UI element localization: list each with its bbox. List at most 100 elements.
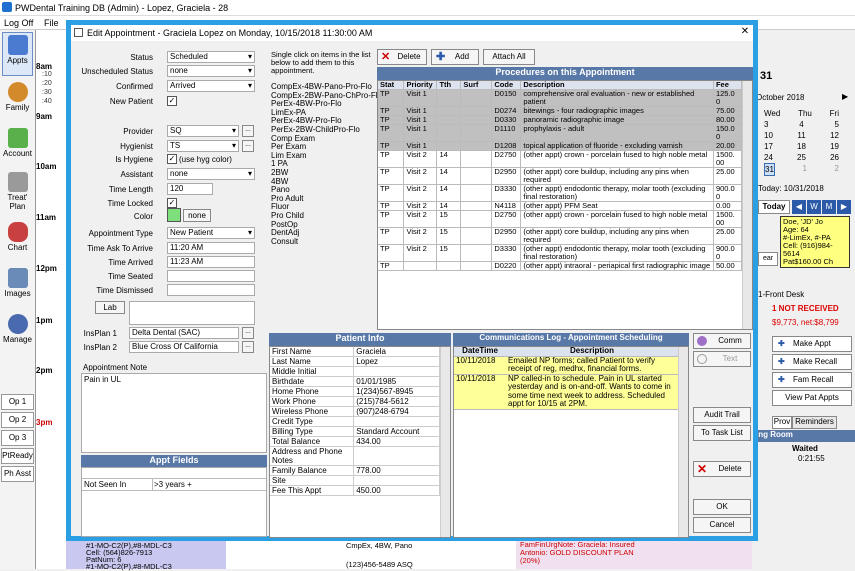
procedure-row[interactable]: TP D0220 (other appt) intraoral - periapic… <box>378 261 743 271</box>
patient-info-row: Birthdate 01/01/1985 <box>270 376 440 387</box>
unsched-status-select[interactable]: none <box>167 65 255 77</box>
tab-reminders[interactable]: Reminders <box>792 416 837 429</box>
schedule-appt-peek-3[interactable]: FamFinUrgNote: Graciela: Insured Antonio… <box>516 541 752 569</box>
module-manage[interactable]: Manage <box>2 312 33 356</box>
procedure-row[interactable]: TP Visit 2 15 D3330 (other appt) endodontic … <box>378 244 743 262</box>
provider-label: Provider <box>123 127 153 136</box>
assistant-select[interactable]: none <box>167 168 255 180</box>
view-pat-appts-button[interactable]: View Pat Appts <box>772 390 852 406</box>
comm-log-row[interactable]: 10/11/2018 NP called-in to schedule. Pain… <box>454 374 678 410</box>
time-arrived-input[interactable]: 11:23 AM <box>167 256 255 268</box>
procedures-table-container[interactable]: Stat Priority Tth Surf Code Description Fee TP… <box>377 80 753 330</box>
insplan1-input[interactable]: Delta Dental (SAC) <box>129 327 239 339</box>
comm-log-row[interactable]: 10/11/2018 Emailed NP forms; called Patie… <box>454 356 678 375</box>
delete-appt-button[interactable]: ✕ Delete <box>693 461 751 477</box>
delete-proc-button[interactable]: ✕ Delete <box>377 49 427 65</box>
attach-all-button[interactable]: Attach All <box>483 49 535 65</box>
time-dismissed-input[interactable] <box>167 284 255 296</box>
to-task-list-button[interactable]: To Task List <box>693 425 751 441</box>
time-ask-input[interactable]: 11:20 AM <box>167 242 255 254</box>
week-month-nav[interactable]: ◀ W M ▶ <box>792 200 852 214</box>
patient-info-grid: First Name Graciela Last Name Lopez Middle I… <box>269 346 451 538</box>
procedure-row[interactable]: TP Visit 2 14 D2750 (other appt) crown - por… <box>378 150 743 168</box>
next-month-icon[interactable]: ▶ <box>842 92 848 101</box>
procedures-scrollbar[interactable] <box>742 81 752 329</box>
cancel-button[interactable]: Cancel <box>693 517 751 533</box>
comm-cell-date: 10/11/2018 <box>454 356 506 375</box>
proc-cell-priority: Visit 1 <box>403 124 438 142</box>
clear-button[interactable]: ear <box>758 252 778 266</box>
text-button[interactable]: Text <box>693 351 751 367</box>
color-none-button[interactable]: none <box>183 209 211 222</box>
provider-select[interactable]: SQ <box>167 125 239 137</box>
lab-field[interactable] <box>129 301 255 325</box>
add-proc-button[interactable]: ✚ Add <box>431 49 479 65</box>
appt-note-textarea[interactable]: Pain in UL <box>81 373 267 453</box>
quickadd-list[interactable]: CompEx-4BW-Pano-Pro-Flo CompEx-2BW-Pano-… <box>269 82 382 329</box>
speech-bubble-icon <box>697 354 707 364</box>
audit-trail-button[interactable]: Audit Trail <box>693 407 751 423</box>
op-3-button[interactable]: Op 3 <box>1 430 34 446</box>
patient-info-scrollbar[interactable] <box>440 347 450 537</box>
quickadd-item[interactable]: Consult <box>269 237 375 247</box>
appt-type-select[interactable]: New Patient <box>167 227 255 239</box>
time-seated-input[interactable] <box>167 270 255 282</box>
insplan2-input[interactable]: Blue Cross Of California <box>129 341 239 353</box>
proc-column-header[interactable]: Tth <box>436 81 462 90</box>
make-recall-button[interactable]: ✚ Make Recall <box>772 354 852 370</box>
ph-asst-button[interactable]: Ph Asst <box>1 466 34 482</box>
patient-info-key: First Name <box>270 347 355 357</box>
tab-prov[interactable]: Prov <box>772 416 792 429</box>
ok-button[interactable]: OK <box>693 499 751 515</box>
menu-file[interactable]: File <box>44 18 59 28</box>
module-images[interactable]: Images <box>2 266 33 310</box>
fam-recall-button[interactable]: ✚ Fam Recall <box>772 372 852 388</box>
op-2-button[interactable]: Op 2 <box>1 412 34 428</box>
comm-column-header[interactable]: Description <box>506 347 678 357</box>
comm-cell-date: 10/11/2018 <box>454 374 506 410</box>
confirmed-select[interactable]: Arrived <box>167 80 255 92</box>
proc-column-header[interactable]: Surf <box>460 81 493 90</box>
module-family[interactable]: Family <box>2 80 33 124</box>
procedure-row[interactable]: TP Visit 2 15 D2750 (other appt) crown - por… <box>378 210 743 228</box>
close-icon[interactable]: ✕ <box>739 26 751 38</box>
status-select[interactable]: Scheduled <box>167 51 255 63</box>
comm-log-scrollbar[interactable] <box>678 347 688 537</box>
appt-fields-grid[interactable]: Not Seen In >3 years + <box>81 467 267 537</box>
hygienist-select[interactable]: TS <box>167 140 239 152</box>
hour-label: 8am <box>36 62 53 71</box>
module-appts[interactable]: Appts <box>2 32 33 76</box>
mini-calendar[interactable]: Wed Thu Fri 345 10 11 12 17 18 19 24 25 26 31 1 2 <box>764 108 839 176</box>
lab-button[interactable]: Lab <box>95 301 125 314</box>
patient-pin-card[interactable]: Doe, 'JD' Jo Age: 64 #-LimEx, #-PA Cell:… <box>780 216 850 268</box>
time-locked-checkbox[interactable]: ✓ <box>167 198 177 208</box>
procedure-row[interactable]: TP Visit 1 D0150 comprehensive oral evaluat… <box>378 89 743 107</box>
color-swatch[interactable] <box>167 208 181 222</box>
appt-field-value[interactable]: >3 years + <box>154 480 192 489</box>
ptready-button[interactable]: PtReady <box>1 448 34 464</box>
provider-more-button[interactable]: ... <box>242 125 254 137</box>
insplan2-more-button[interactable]: ... <box>242 341 254 353</box>
today-button[interactable]: Today <box>758 200 790 214</box>
module-treatplan[interactable]: Treat' Plan <box>2 170 33 218</box>
insplan1-more-button[interactable]: ... <box>242 327 254 339</box>
make-appt-button[interactable]: ✚ Make Appt <box>772 336 852 352</box>
schedule-appt-peek-2[interactable]: CmpEx, 4BW, Pano (123)456-5489 ASQ <box>326 541 516 569</box>
procedure-row[interactable]: TP Visit 1 D1110 prophylaxis - adult 150.0 0 <box>378 124 743 142</box>
is-hygiene-checkbox[interactable]: ✓ <box>167 154 177 164</box>
op-1-button[interactable]: Op 1 <box>1 394 34 410</box>
procedure-row[interactable]: TP Visit 2 14 D3330 (other appt) endodontic … <box>378 184 743 202</box>
module-account[interactable]: Account <box>2 126 33 170</box>
module-chart[interactable]: Chart <box>2 220 33 264</box>
time-length-input[interactable]: 120 <box>167 183 213 195</box>
hygienist-more-button[interactable]: ... <box>242 140 254 152</box>
procedure-row[interactable]: TP Visit 2 15 D2950 (other appt) core buildu… <box>378 227 743 245</box>
comm-log-table-container[interactable]: DateTime Description 10/11/2018 Emailed NP … <box>453 346 689 538</box>
comm-column-header[interactable]: DateTime <box>454 347 506 357</box>
schedule-appt-peek[interactable]: #1-MO-C2(P),#8-MDL-C3 Cell: (564)826-791… <box>66 541 226 570</box>
new-patient-checkbox[interactable]: ✓ <box>167 96 177 106</box>
procedure-row[interactable]: TP Visit 2 14 D2950 (other appt) core buildu… <box>378 167 743 185</box>
proc-cell-tth <box>436 115 462 125</box>
menu-logoff[interactable]: Log Off <box>4 18 33 28</box>
comm-button[interactable]: Comm <box>693 333 751 349</box>
